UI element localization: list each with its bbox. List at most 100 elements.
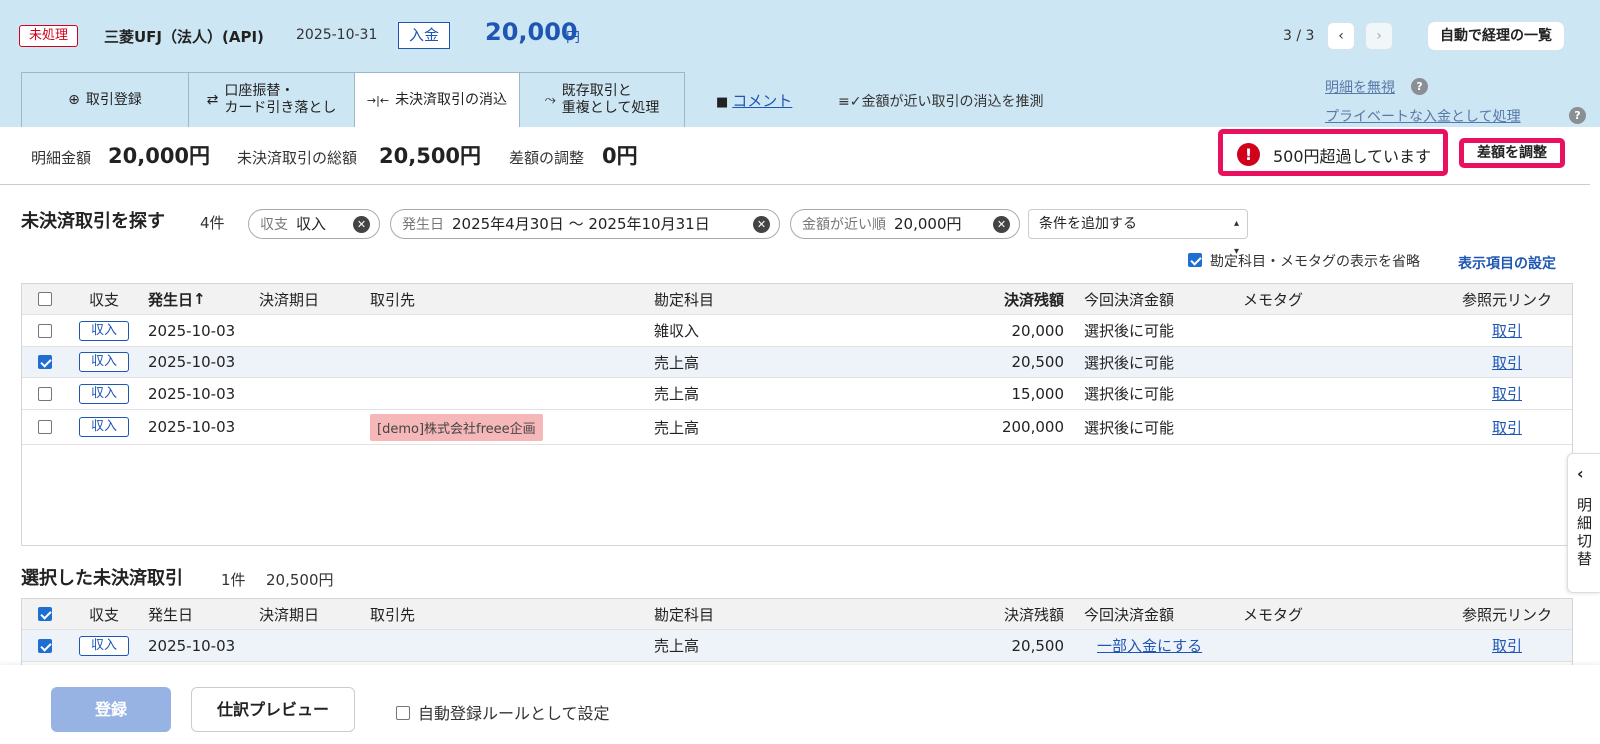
type-badge: 収入 — [79, 635, 129, 656]
journal-preview-button[interactable]: 仕訳プレビュー — [191, 687, 355, 732]
table-row[interactable]: 収入 2025-10-03 [demo]株式会社freee企画 売上高 200,… — [22, 410, 1572, 445]
row-balance: 20,500 — [1011, 636, 1065, 655]
select-all-checkbox[interactable] — [38, 292, 52, 306]
row-account: 売上高 — [654, 353, 700, 372]
col-balance: 決済残額 — [1003, 605, 1064, 624]
col-type: 収支 — [88, 605, 119, 624]
col-memo: メモタグ — [1243, 605, 1304, 624]
adjust-difference-button[interactable]: 差額を調整 — [1459, 138, 1565, 168]
amount-summary: 明細金額 20,000円 未決済取引の総額 20,500円 差額の調整 0円 !… — [0, 127, 1590, 185]
row-checkbox[interactable] — [38, 355, 52, 369]
sort-arrow-icon: ↑ — [193, 290, 206, 308]
tab-label: 取引登録 — [85, 91, 142, 108]
table-row[interactable]: 収入 2025-10-03 雑収入 20,000 選択後に可能 取引 — [22, 315, 1572, 347]
table-row[interactable]: 収入 2025-10-03 売上高 20,500 一部入金にする 取引 — [22, 630, 1572, 662]
col-date-sort[interactable]: 発生日 ↑ — [148, 284, 206, 314]
row-date: 2025-10-03 — [148, 636, 236, 655]
help-icon[interactable]: ? — [1569, 107, 1586, 124]
pager-indicator: 3 / 3 — [1283, 28, 1315, 44]
row-checkbox[interactable] — [38, 323, 52, 338]
selected-table: 収支 発生日 決済期日 取引先 勘定科目 決済残額 今回決済金額 メモタグ 参照… — [21, 598, 1573, 668]
omit-columns-checkbox[interactable] — [1188, 253, 1202, 267]
close-icon[interactable]: ✕ — [753, 216, 770, 233]
type-badge: 収入 — [79, 352, 129, 372]
tab-transfer[interactable]: ⇄ 口座振替・ カード引き落とし — [188, 72, 355, 127]
transaction-link[interactable]: 取引 — [1492, 383, 1522, 404]
statement-amount: 20,000 — [485, 18, 578, 46]
comment-icon: ■ — [716, 95, 729, 110]
close-icon[interactable]: ✕ — [353, 216, 370, 233]
auto-rule-checkbox[interactable] — [396, 705, 410, 720]
action-tabs: ⊕ 取引登録 ⇄ 口座振替・ カード引き落とし →|← 未決済取引の消込 ⤳ 既… — [21, 72, 685, 127]
tab-settle-unsettled[interactable]: →|← 未決済取引の消込 — [354, 72, 520, 127]
col-date: 発生日 — [148, 605, 194, 624]
filter-chip-type[interactable]: 収支 収入 ✕ — [248, 209, 380, 239]
over-amount-warning: ! 500円超過しています — [1218, 129, 1448, 176]
tab-duplicate[interactable]: ⤳ 既存取引と 重複として処理 — [519, 72, 685, 127]
table-header: 収支 発生日 決済期日 取引先 勘定科目 決済残額 今回決済金額 メモタグ 参照… — [22, 599, 1572, 630]
row-account: 売上高 — [654, 385, 700, 403]
row-date: 2025-10-03 — [148, 321, 236, 340]
row-checkbox[interactable] — [38, 638, 52, 653]
close-icon[interactable]: ✕ — [993, 216, 1010, 233]
col-link: 参照元リンク — [1461, 605, 1552, 624]
comment-link[interactable]: ■ コメント — [716, 90, 792, 111]
add-condition-select[interactable]: 条件を追加する ▴ ▾ — [1028, 209, 1248, 257]
row-date: 2025-10-03 — [148, 384, 236, 403]
table-header: 収支 発生日 ↑ 決済期日 取引先 勘定科目 決済残額 今回決済金額 メモタグ 参… — [22, 284, 1572, 315]
auto-rule-option[interactable]: 自動登録ルールとして設定 — [396, 700, 610, 724]
table-row[interactable]: 収入 2025-10-03 売上高 15,000 選択後に可能 取引 — [22, 378, 1572, 410]
col-account: 勘定科目 — [654, 605, 715, 624]
help-icon[interactable]: ? — [1411, 78, 1428, 95]
statement-switch-tab[interactable]: ‹ 明細切替 — [1567, 453, 1600, 593]
transaction-link[interactable]: 取引 — [1492, 635, 1522, 656]
partial-payment-link[interactable]: 一部入金にする — [1097, 635, 1202, 656]
selected-count: 1件 — [221, 571, 246, 589]
register-button[interactable]: 登録 — [51, 687, 171, 732]
row-now-amount: 選択後に可能 — [1084, 418, 1175, 437]
plus-circle-icon: ⊕ — [68, 91, 80, 108]
filter-chip-amount[interactable]: 金額が近い順 20,000円 ✕ — [790, 209, 1020, 239]
merge-icon: →|← — [366, 93, 390, 107]
chevron-left-icon: ‹ — [1338, 28, 1344, 44]
bank-name: 三菱UFJ（法人）(API) — [104, 28, 264, 46]
display-settings-link[interactable]: 表示項目の設定 — [1458, 253, 1556, 273]
transaction-link[interactable]: 取引 — [1492, 352, 1522, 373]
col-due: 決済期日 — [259, 290, 320, 309]
table-row[interactable]: 収入 2025-10-03 売上高 20,500 選択後に可能 取引 — [22, 347, 1572, 378]
statement-amount-label: 明細金額 — [31, 149, 92, 167]
tab-register-transaction[interactable]: ⊕ 取引登録 — [21, 72, 189, 127]
statement-date: 2025-10-31 — [296, 27, 378, 43]
auto-accounting-list-button[interactable]: 自動で経理の一覧 — [1427, 21, 1565, 51]
col-account: 勘定科目 — [654, 290, 715, 309]
row-date: 2025-10-03 — [148, 418, 236, 436]
chevron-right-icon: › — [1376, 28, 1382, 44]
col-partner: 取引先 — [370, 605, 416, 624]
row-checkbox[interactable] — [38, 420, 52, 434]
row-account: 売上高 — [654, 637, 700, 655]
transfer-arrows-icon: ⇄ — [206, 91, 219, 108]
ignore-statement-link[interactable]: 明細を無視 — [1325, 77, 1395, 97]
statement-amount-value: 20,000円 — [108, 144, 211, 168]
row-checkbox[interactable] — [38, 386, 52, 401]
prev-page-button[interactable]: ‹ — [1327, 22, 1355, 50]
next-page-button[interactable]: › — [1365, 22, 1393, 50]
tab-label: 未決済取引の消込 — [395, 91, 508, 108]
filter-chip-date[interactable]: 発生日 2025年4月30日 〜 2025年10月31日 ✕ — [390, 209, 780, 239]
warning-text: 500円超過しています — [1273, 147, 1432, 166]
transaction-link[interactable]: 取引 — [1492, 417, 1522, 438]
unsettled-total-label: 未決済取引の総額 — [237, 149, 358, 167]
selected-section-title: 選択した未決済取引 — [21, 568, 183, 589]
row-account: 売上高 — [654, 418, 700, 437]
row-now-amount: 選択後に可能 — [1084, 353, 1175, 372]
statement-switch-label: 明細切替 — [1577, 496, 1593, 568]
col-memo: メモタグ — [1243, 290, 1304, 309]
col-due: 決済期日 — [259, 605, 320, 624]
transaction-link[interactable]: 取引 — [1492, 320, 1522, 341]
select-all-checkbox[interactable] — [38, 607, 52, 621]
guess-settlement-link[interactable]: ≡✓金額が近い取引の消込を推測 — [838, 91, 1043, 111]
private-deposit-link[interactable]: プライベートな入金として処理 — [1325, 106, 1521, 126]
difference-value: 0円 — [602, 144, 638, 168]
omit-columns-option[interactable]: 勘定科目・メモタグの表示を省略 — [1188, 251, 1420, 271]
partner-tag: [demo]株式会社freee企画 — [370, 413, 543, 441]
